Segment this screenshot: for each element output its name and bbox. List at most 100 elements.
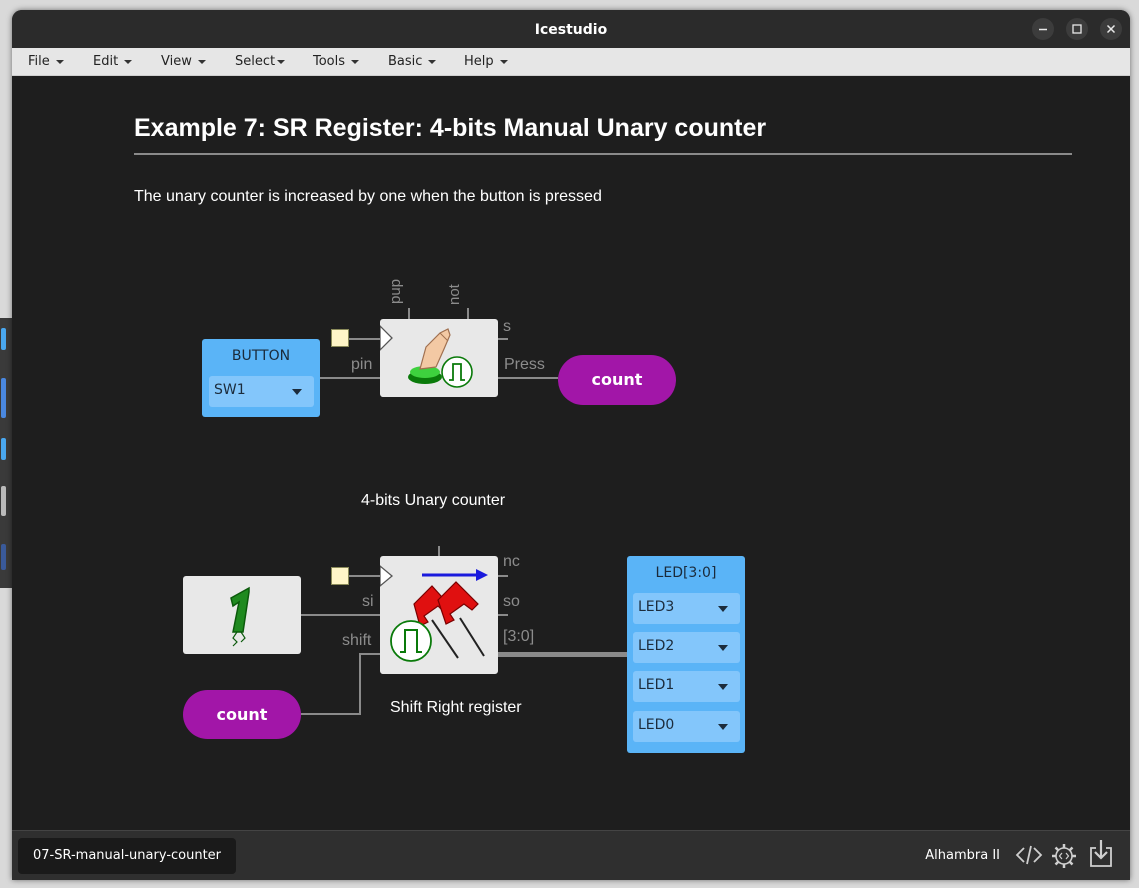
menu-help-label: Help (464, 54, 494, 69)
status-bar: 07-SR-manual-unary-counter Alhambra II (12, 830, 1130, 880)
chevron-down-icon (499, 59, 508, 64)
port-label-shift: shift (342, 632, 372, 649)
title-bar: Icestudio (12, 10, 1130, 48)
chevron-down-icon (718, 724, 728, 730)
led-block-title: LED[3:0] (655, 565, 717, 581)
chevron-down-icon (124, 59, 133, 64)
menu-edit[interactable]: Edit (93, 48, 133, 75)
wire-shift-h (359, 653, 380, 655)
code-icon[interactable] (1015, 843, 1043, 871)
menu-view[interactable]: View (161, 48, 206, 75)
chevron-down-icon (351, 59, 360, 64)
port-label-not: not (446, 284, 463, 305)
menu-help[interactable]: Help (464, 48, 508, 75)
doc-description: The unary counter is increased by one wh… (134, 188, 602, 205)
dock-indicator-5[interactable] (1, 544, 6, 570)
dock-indicator-2[interactable] (1, 378, 6, 418)
minimize-icon (1039, 28, 1047, 31)
wire-clock-1 (349, 338, 380, 340)
wire-shift-v (359, 653, 361, 715)
section-label-unary-counter: 4-bits Unary counter (361, 492, 506, 509)
heading-divider (134, 153, 1072, 155)
port-label-so: so (503, 593, 520, 610)
window-title: Icestudio (534, 22, 608, 38)
count-input-label[interactable]: count (183, 690, 301, 739)
port-label-bus: [3:0] (503, 628, 535, 645)
minimize-button[interactable] (1032, 18, 1054, 40)
chevron-down-icon (428, 59, 437, 64)
led-select-value: LED2 (638, 638, 675, 654)
led-select-value: LED0 (638, 717, 675, 733)
menu-file[interactable]: File (28, 48, 64, 75)
wire-nc (498, 575, 508, 577)
constant-one-icon (230, 586, 250, 647)
wire-button-to-debouncer (320, 377, 380, 379)
port-label-s: s (503, 318, 511, 335)
shift-right-register-module[interactable] (379, 556, 498, 674)
button-pin-value: SW1 (214, 382, 246, 398)
wire-s (498, 338, 508, 340)
wire-pup (408, 308, 410, 319)
clock-input[interactable] (331, 329, 349, 347)
led-output-block[interactable]: LED[3:0] LED3 LED2 LED1 LED0 (627, 556, 745, 753)
chevron-down-icon (718, 645, 728, 651)
wire-top-stub (438, 546, 440, 556)
port-label-pin: pin (351, 356, 373, 373)
file-tab[interactable]: 07-SR-manual-unary-counter (18, 838, 237, 874)
wire-constant-to-si (301, 614, 380, 616)
menu-file-label: File (28, 54, 50, 69)
clock-input-2[interactable] (331, 567, 349, 585)
led-select-3[interactable]: LED3 (633, 593, 740, 624)
wire-count-to-shift (301, 713, 361, 715)
led-select-0[interactable]: LED0 (633, 711, 740, 742)
menu-tools-label: Tools (313, 54, 346, 69)
chevron-down-icon (718, 606, 728, 612)
board-selector[interactable]: Alhambra II (925, 831, 1000, 880)
menu-basic-label: Basic (388, 54, 423, 69)
close-button[interactable] (1100, 18, 1122, 40)
chevron-down-icon (718, 684, 728, 690)
button-press-icon (379, 324, 473, 388)
button-block-title: BUTTON (231, 348, 291, 364)
led-select-2[interactable]: LED2 (633, 632, 740, 663)
count-output-label[interactable]: count (558, 355, 676, 405)
chevron-down-icon (55, 59, 64, 64)
port-label-press: Press (504, 356, 545, 373)
port-label-pup: pup (387, 278, 404, 304)
led-select-value: LED3 (638, 599, 675, 615)
dock-indicator-1[interactable] (1, 328, 6, 350)
menu-select-label: Select (235, 54, 276, 69)
close-icon (1106, 24, 1116, 34)
menu-tools[interactable]: Tools (313, 48, 360, 75)
download-icon[interactable] (1088, 839, 1114, 873)
button-pin-select[interactable]: SW1 (209, 376, 314, 407)
menu-bar: File Edit View Select Tools Basic Help (12, 48, 1130, 76)
wire-so (498, 614, 508, 616)
dock-indicator-4[interactable] (1, 486, 6, 516)
maximize-button[interactable] (1066, 18, 1088, 40)
register-label: Shift Right register (390, 699, 522, 716)
menu-view-label: View (161, 54, 192, 69)
port-label-nc: nc (503, 553, 520, 570)
wire-not (467, 308, 469, 319)
wire-clock-2 (349, 575, 380, 577)
menu-basic[interactable]: Basic (388, 48, 437, 75)
bus-wire-to-leds (498, 652, 627, 657)
wire-press-to-count (498, 377, 558, 379)
debouncer-module[interactable] (379, 319, 498, 397)
shift-register-pin-icon (379, 564, 488, 662)
app-window: Icestudio File Edit View Select Tools Ba… (12, 10, 1130, 880)
maximize-icon (1072, 24, 1082, 34)
port-label-si: si (362, 593, 374, 610)
led-select-value: LED1 (638, 677, 675, 693)
led-select-1[interactable]: LED1 (633, 671, 740, 702)
constant-one-block[interactable] (183, 576, 301, 654)
chevron-down-icon (292, 389, 302, 395)
menu-edit-label: Edit (93, 54, 119, 69)
doc-heading: Example 7: SR Register: 4-bits Manual Un… (134, 114, 767, 142)
gear-code-icon[interactable] (1051, 843, 1077, 873)
chevron-down-icon (197, 59, 206, 64)
menu-select[interactable]: Select (235, 48, 286, 75)
button-input-block[interactable]: BUTTON SW1 (202, 339, 320, 417)
dock-indicator-3[interactable] (1, 438, 6, 460)
